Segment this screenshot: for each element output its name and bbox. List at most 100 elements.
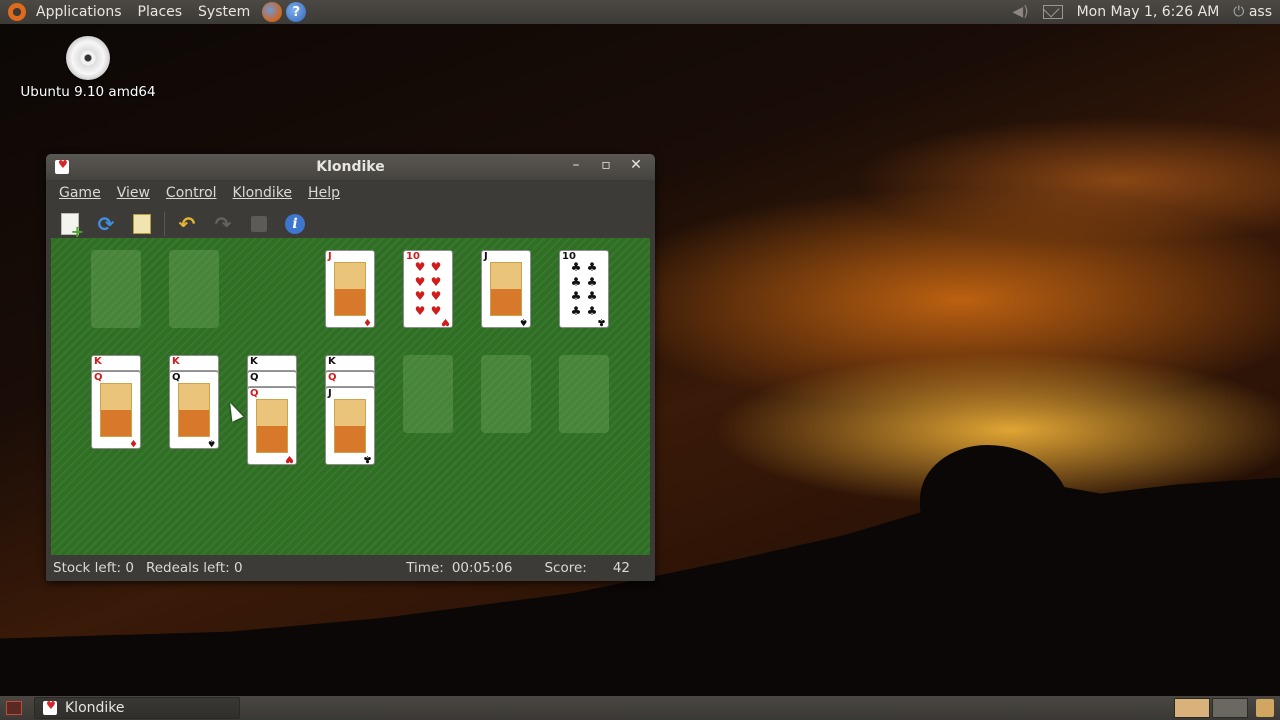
card-rank: K (172, 356, 180, 367)
card-suit: ♦ (363, 316, 372, 327)
card-rank: K (94, 356, 102, 367)
info-button[interactable]: i (281, 210, 309, 238)
card-rank: Q (250, 372, 259, 383)
game-board[interactable]: J ♦ 10 ♥ ♥ ♥ ♥ ♥ ♥ ♥ ♥ ♥ J ♠ 10 ♣ ♣ ♣ ♣ ♣ ♣ ♣ ♣ ♣ K Q … (51, 238, 650, 555)
tableau-card[interactable]: Q ♠ (169, 371, 219, 449)
score-value: 42 (612, 560, 630, 576)
toolbar-separator (164, 212, 165, 236)
volume-icon[interactable]: ◀) (1012, 4, 1028, 20)
card-rank: J (328, 251, 332, 262)
undo-button[interactable]: ↶ (173, 210, 201, 238)
waste-slot[interactable] (169, 250, 219, 328)
user-menu[interactable]: ⏻ ass (1233, 4, 1272, 20)
menu-view[interactable]: View (109, 185, 158, 201)
menu-help[interactable]: Help (300, 185, 348, 201)
deal-button[interactable] (245, 210, 273, 238)
card-suit: ♣ (597, 316, 606, 327)
redo-button[interactable]: ↷ (209, 210, 237, 238)
close-button[interactable]: ✕ (627, 157, 645, 173)
card-rank: K (328, 356, 336, 367)
user-name: ass (1248, 4, 1272, 20)
menubar: Game View Control Klondike Help (46, 180, 655, 206)
klondike-app-icon[interactable] (55, 158, 69, 174)
card-rank: J (328, 388, 332, 399)
top-panel: Applications Places System ? ◀) Mon May … (0, 0, 1280, 24)
foundation-card[interactable]: J ♠ (481, 250, 531, 328)
system-menu[interactable]: System (190, 4, 258, 20)
stock-left: Stock left: 0 (53, 560, 134, 576)
trash-icon[interactable] (1256, 699, 1274, 717)
desktop-icon-ubuntu-cd[interactable]: Ubuntu 9.10 amd64 (18, 36, 158, 100)
workspace-1[interactable] (1174, 698, 1210, 718)
card-suit: ♠ (519, 316, 528, 327)
system-tray: ◀) Mon May 1, 6:26 AM ⏻ ass (1012, 4, 1280, 20)
cd-icon (66, 36, 110, 80)
menu-control[interactable]: Control (158, 185, 225, 201)
toolbar: ⟳ ↶ ↷ i (46, 206, 655, 242)
card-rank: Q (172, 372, 181, 383)
card-rank: J (484, 251, 488, 262)
card-suit: ♥ (285, 453, 294, 464)
firefox-icon[interactable] (262, 2, 283, 22)
places-menu[interactable]: Places (130, 4, 191, 20)
window-title: Klondike (316, 159, 385, 175)
card-suit: ♦ (129, 437, 138, 448)
card-pips: ♣ ♣ ♣ ♣ ♣ ♣ ♣ ♣ (570, 260, 598, 318)
tableau-card[interactable]: J ♣ (325, 387, 375, 465)
show-desktop-icon[interactable] (6, 701, 22, 715)
score-label: Score: (544, 560, 587, 576)
ubuntu-logo-icon[interactable] (8, 3, 26, 21)
tableau-card[interactable]: Q ♦ (91, 371, 141, 449)
card-pips: ♥ ♥ ♥ ♥ ♥ ♥ ♥ ♥ (414, 260, 442, 318)
workspace-switcher (1174, 698, 1248, 718)
maximize-button[interactable]: ▫ (597, 157, 615, 173)
power-icon: ⏻ (1233, 4, 1249, 20)
mail-icon[interactable] (1042, 5, 1063, 19)
stock-slot[interactable] (91, 250, 141, 328)
redeals-left: Redeals left: 0 (145, 560, 243, 576)
wallpaper-tree-silhouette (920, 445, 1070, 565)
minimize-button[interactable]: – (567, 157, 585, 173)
bottom-panel: Klondike (0, 696, 1280, 720)
workspace-2[interactable] (1212, 698, 1248, 718)
hint-icon (133, 214, 151, 234)
help-icon[interactable]: ? (286, 2, 307, 22)
restart-icon: ⟳ (97, 212, 115, 236)
klondike-app-icon (43, 699, 57, 715)
queen-face-art (178, 383, 210, 437)
tableau-empty-slot[interactable] (481, 355, 531, 433)
desktop-icon-label: Ubuntu 9.10 amd64 (20, 84, 156, 100)
card-rank: Q (328, 372, 337, 383)
menu-klondike[interactable]: Klondike (225, 185, 301, 201)
klondike-window: Klondike – ▫ ✕ Game View Control Klondik… (46, 154, 655, 581)
hint-button[interactable] (128, 210, 156, 238)
time-label: Time: (406, 560, 444, 576)
undo-icon: ↶ (178, 212, 196, 236)
card-suit: ♣ (363, 453, 372, 464)
deal-icon (251, 216, 267, 232)
applications-menu[interactable]: Applications (28, 4, 130, 20)
foundation-card[interactable]: 10 ♣ ♣ ♣ ♣ ♣ ♣ ♣ ♣ ♣ (559, 250, 609, 328)
card-rank: Q (250, 388, 259, 399)
taskbar-label: Klondike (65, 700, 125, 716)
foundation-card[interactable]: J ♦ (325, 250, 375, 328)
jack-face-art (334, 399, 366, 453)
time-value: 00:05:06 (451, 560, 513, 576)
foundation-card[interactable]: 10 ♥ ♥ ♥ ♥ ♥ ♥ ♥ ♥ ♥ (403, 250, 453, 328)
clock[interactable]: Mon May 1, 6:26 AM (1077, 4, 1220, 20)
new-game-button[interactable] (56, 210, 84, 241)
window-titlebar[interactable]: Klondike – ▫ ✕ (46, 154, 655, 180)
new-game-icon (61, 213, 84, 241)
card-rank: Q (94, 372, 103, 383)
tableau-card[interactable]: Q ♥ (247, 387, 297, 465)
redo-icon: ↷ (214, 212, 232, 236)
tableau-empty-slot[interactable] (559, 355, 609, 433)
tableau-empty-slot[interactable] (403, 355, 453, 433)
card-rank: K (250, 356, 258, 367)
restart-button[interactable]: ⟳ (92, 210, 120, 238)
taskbar-klondike[interactable]: Klondike (34, 697, 240, 719)
jack-face-art (334, 262, 366, 316)
menu-game[interactable]: Game (51, 185, 109, 201)
info-icon: i (285, 214, 305, 234)
jack-face-art (490, 262, 522, 316)
